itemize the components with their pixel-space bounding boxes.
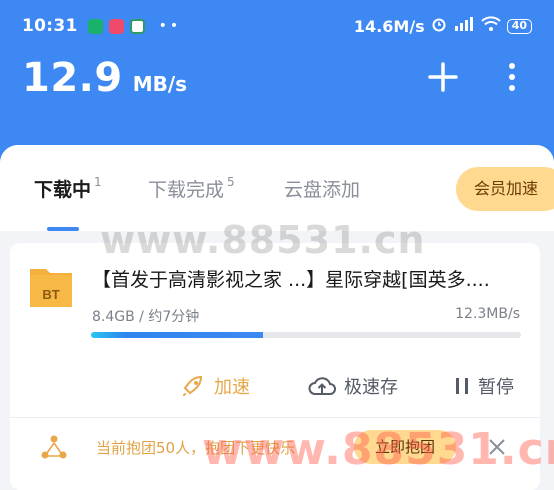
status-right: 14.6M/s 40 [354,16,532,36]
cloud-upload-icon [308,377,336,395]
close-icon [489,439,505,455]
join-group-button[interactable]: 立即抱团 [354,430,456,464]
tab-label: 下载中 [34,179,92,201]
speed-unit: MB/s [132,72,188,96]
bt-label: BT [42,287,59,302]
progress-fill [91,332,263,338]
task-actions: 加速 极速存 暂停 [10,363,540,407]
tab-downloading[interactable]: 下载中 1 [34,175,102,202]
vip-boost-button[interactable]: 会员加速 [456,167,554,211]
group-text: 当前抱团50人，抱团下更快乐 [96,439,296,457]
weibo-app-icon [108,18,124,34]
tab-label: 下载完成 [148,179,225,201]
tab-count: 5 [227,175,235,189]
status-app-icons [87,18,145,34]
net-speed: 14.6M/s [353,16,425,36]
rocket-icon [183,375,203,396]
fast-save-label: 极速存 [344,377,398,398]
task-rate: 12.3MB/s [455,306,520,322]
add-task-button[interactable] [426,60,460,94]
pause-icon [456,378,468,394]
boost-label: 加速 [214,377,250,398]
tab-cloud-add[interactable]: 云盘添加 [284,175,360,202]
task-size-eta: 8.4GB / 约7分钟 [92,309,200,325]
content-sheet: 下载中 1 下载完成 5 云盘添加 会员加速 BT 【首发于高清影视之家 ...】星… [0,145,554,490]
china-mobile-app-icon [129,18,145,34]
close-banner-button[interactable] [486,436,508,458]
signal-icon [453,16,475,36]
alarm-icon [431,16,447,36]
more-options-button[interactable] [500,60,524,94]
bt-folder-icon: BT [28,263,74,311]
tab-count: 1 [94,175,102,189]
total-speed: 12.9 MB/s [22,55,187,101]
vertical-dots-icon [509,63,515,91]
group-icon [40,434,68,462]
boost-button[interactable]: 加速 [180,373,250,399]
battery-icon: 40 [506,18,532,34]
pause-label: 暂停 [478,377,514,398]
tab-completed[interactable]: 下载完成 5 [148,175,235,202]
task-title: 【首发于高清影视之家 ...】星际穿越[国英多.... [92,269,490,291]
active-tab-indicator [47,227,79,231]
task-progress-bar [91,332,521,338]
download-task-card[interactable]: BT 【首发于高清影视之家 ...】星际穿越[国英多.... 8.4GB / 约… [10,243,540,490]
tab-bar: 下载中 1 下载完成 5 云盘添加 会员加速 [0,145,554,231]
tab-label: 云盘添加 [284,179,361,201]
group-download-banner: 当前抱团50人，抱团下更快乐 立即抱团 [10,418,540,476]
speed-value: 12.9 [22,55,123,101]
ca-app-icon [87,18,103,34]
fast-save-button[interactable]: 极速存 [308,373,398,399]
pause-button[interactable]: 暂停 [454,373,514,399]
status-bar: 10:31 •• 14.6M/s 40 [22,14,532,38]
more-notifications-dots: •• [158,18,182,34]
plus-icon [428,62,458,92]
wifi-icon [480,16,501,36]
status-time: 10:31 [22,16,78,36]
